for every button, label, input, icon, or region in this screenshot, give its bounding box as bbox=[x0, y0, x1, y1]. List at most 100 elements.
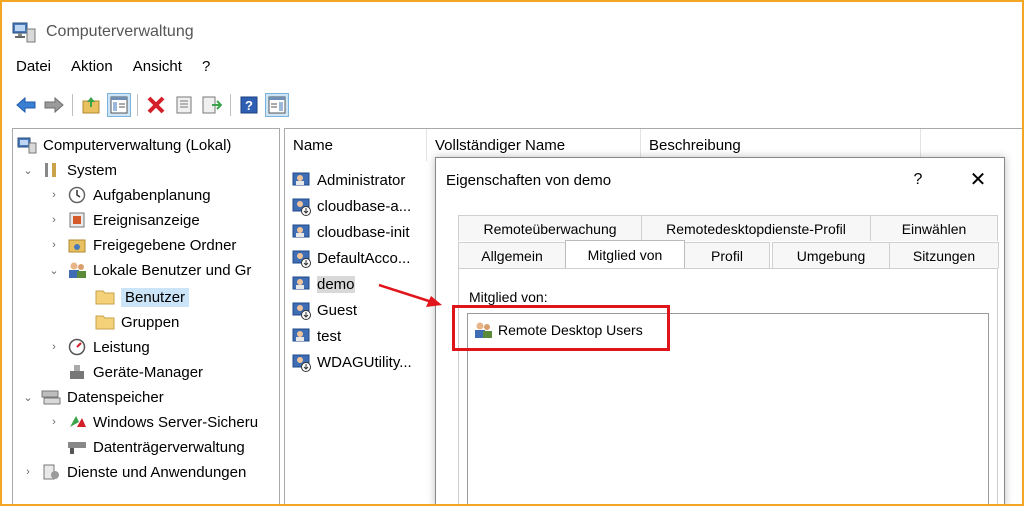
help-icon[interactable]: ? bbox=[237, 93, 261, 117]
chevron-right-icon[interactable]: › bbox=[47, 214, 61, 226]
chevron-down-icon[interactable]: ⌄ bbox=[21, 391, 35, 404]
chevron-down-icon[interactable]: ⌄ bbox=[21, 164, 35, 177]
up-folder-icon[interactable] bbox=[79, 93, 103, 117]
list-item[interactable]: WDAGUtility... bbox=[291, 349, 412, 375]
tree-item-dienste-anwendungen[interactable]: › Dienste und Anwendungen bbox=[21, 460, 246, 484]
tree-item-geraete-manager[interactable]: Geräte-Manager bbox=[67, 360, 203, 384]
chevron-right-icon[interactable]: › bbox=[47, 189, 61, 201]
column-header-name[interactable]: Name bbox=[285, 129, 427, 161]
list-item[interactable]: cloudbase-a... bbox=[291, 193, 411, 219]
tree-label: Freigegebene Ordner bbox=[93, 236, 237, 254]
tree-item-leistung[interactable]: › Leistung bbox=[47, 335, 150, 359]
chevron-down-icon[interactable]: ⌄ bbox=[47, 264, 61, 277]
tab-profil[interactable]: Profil bbox=[684, 242, 770, 268]
list-item[interactable]: Administrator bbox=[291, 167, 405, 193]
tree-item-lokale-benutzer[interactable]: ⌄ Lokale Benutzer und Gr bbox=[47, 258, 251, 282]
shared-folder-icon bbox=[67, 235, 87, 255]
navigation-tree: Computerverwaltung (Lokal) ⌄ System › Au… bbox=[12, 128, 280, 504]
tab-allgemein[interactable]: Allgemein bbox=[458, 242, 566, 268]
tree-label: Computerverwaltung (Lokal) bbox=[43, 136, 232, 154]
chevron-right-icon[interactable]: › bbox=[47, 416, 61, 428]
user-name: WDAGUtility... bbox=[317, 353, 412, 371]
tab-umgebung[interactable]: Umgebung bbox=[772, 242, 890, 268]
list-item-selected[interactable]: demo bbox=[291, 271, 355, 297]
user-icon bbox=[291, 274, 313, 294]
back-arrow-icon[interactable] bbox=[14, 93, 38, 117]
tab-row-bottom: Allgemein Mitglied von Profil bbox=[458, 240, 770, 268]
backup-icon bbox=[67, 412, 87, 432]
user-name: Guest bbox=[317, 301, 358, 319]
tree-label: System bbox=[67, 161, 118, 179]
list-item[interactable]: test bbox=[291, 323, 341, 349]
svg-text:?: ? bbox=[245, 98, 253, 113]
chevron-right-icon[interactable]: › bbox=[47, 341, 61, 353]
folder-icon bbox=[95, 312, 115, 332]
user-name: cloudbase-init bbox=[317, 223, 410, 241]
user-name: Administrator bbox=[317, 171, 406, 189]
properties-icon[interactable] bbox=[172, 93, 196, 117]
menu-ansicht[interactable]: Ansicht bbox=[133, 58, 182, 75]
user-icon bbox=[291, 170, 313, 190]
toolbar-separator bbox=[230, 94, 231, 116]
tab-remoteueberwachung[interactable]: Remoteüberwachung bbox=[458, 215, 642, 241]
tab-sitzungen[interactable]: Sitzungen bbox=[889, 242, 999, 268]
chevron-right-icon[interactable]: › bbox=[47, 239, 61, 251]
menu-aktion[interactable]: Aktion bbox=[71, 58, 113, 75]
disabled-user-icon bbox=[291, 196, 313, 216]
dialog-title: Eigenschaften von demo bbox=[446, 172, 612, 189]
folder-icon bbox=[95, 287, 115, 307]
tree-label: Leistung bbox=[93, 338, 150, 356]
close-button[interactable]: ✕ bbox=[966, 168, 990, 192]
menu-help[interactable]: ? bbox=[202, 58, 210, 75]
tree-label: Ereignisanzeige bbox=[93, 211, 200, 229]
delete-icon[interactable] bbox=[144, 93, 168, 117]
list-item[interactable]: Guest bbox=[291, 297, 357, 323]
window-title: Computerverwaltung bbox=[46, 23, 194, 40]
screenshot-frame: Computerverwaltung Datei Aktion Ansicht … bbox=[0, 0, 1024, 506]
tree-item-ereignisanzeige[interactable]: › Ereignisanzeige bbox=[47, 208, 200, 232]
tree-label: Geräte-Manager bbox=[93, 363, 204, 381]
tools-icon bbox=[41, 160, 61, 180]
list-item[interactable]: cloudbase-init bbox=[291, 219, 410, 245]
disabled-user-icon bbox=[291, 248, 313, 268]
tree-item-benutzer[interactable]: Benutzer bbox=[95, 285, 190, 309]
tree-item-aufgabenplanung[interactable]: › Aufgabenplanung bbox=[47, 183, 211, 207]
annotation-highlight-box bbox=[452, 305, 670, 351]
user-name: demo bbox=[317, 275, 355, 293]
list-item[interactable]: DefaultAcco... bbox=[291, 245, 410, 271]
toolbar-separator bbox=[72, 94, 73, 116]
computer-management-icon bbox=[12, 21, 36, 43]
tree-item-gruppen[interactable]: Gruppen bbox=[95, 310, 179, 334]
menu-bar: Datei Aktion Ansicht ? bbox=[16, 58, 230, 75]
computer-management-icon bbox=[17, 135, 37, 155]
forward-arrow-icon[interactable] bbox=[42, 93, 66, 117]
device-manager-icon bbox=[67, 362, 87, 382]
tab-mitglied-von[interactable]: Mitglied von bbox=[565, 240, 685, 268]
tree-item-system[interactable]: ⌄ System bbox=[21, 158, 117, 182]
tree-label: Windows Server-Sicheru bbox=[93, 413, 259, 431]
chevron-right-icon[interactable]: › bbox=[21, 466, 35, 478]
action-pane-icon[interactable] bbox=[265, 93, 289, 117]
toolbar: ? bbox=[14, 90, 293, 120]
help-button[interactable]: ? bbox=[906, 168, 930, 192]
toolbar-separator bbox=[137, 94, 138, 116]
show-hide-tree-icon[interactable] bbox=[107, 93, 131, 117]
tree-label: Datenspeicher bbox=[67, 388, 164, 406]
tree-item-datentraegerverwaltung[interactable]: Datenträgerverwaltung bbox=[67, 435, 245, 459]
user-name: cloudbase-a... bbox=[317, 197, 412, 215]
tree-item-root[interactable]: Computerverwaltung (Lokal) bbox=[17, 133, 231, 157]
tree-item-windows-server-sicherung[interactable]: › Windows Server-Sicheru bbox=[47, 410, 258, 434]
tree-label: Dienste und Anwendungen bbox=[67, 463, 247, 481]
disabled-user-icon bbox=[291, 352, 313, 372]
tree-item-freigegebene-ordner[interactable]: › Freigegebene Ordner bbox=[47, 233, 236, 257]
tree-label: Benutzer bbox=[121, 287, 190, 307]
event-viewer-icon bbox=[67, 210, 87, 230]
tree-item-datenspeicher[interactable]: ⌄ Datenspeicher bbox=[21, 385, 164, 409]
export-list-icon[interactable] bbox=[200, 93, 224, 117]
tab-remotedesktopdienste-profil[interactable]: Remotedesktopdienste-Profil bbox=[641, 215, 871, 241]
user-icon bbox=[291, 222, 313, 242]
tab-einwaehlen[interactable]: Einwählen bbox=[870, 215, 998, 241]
tree-label: Aufgabenplanung bbox=[93, 186, 211, 204]
menu-datei[interactable]: Datei bbox=[16, 58, 51, 75]
tree-label: Gruppen bbox=[121, 313, 180, 331]
